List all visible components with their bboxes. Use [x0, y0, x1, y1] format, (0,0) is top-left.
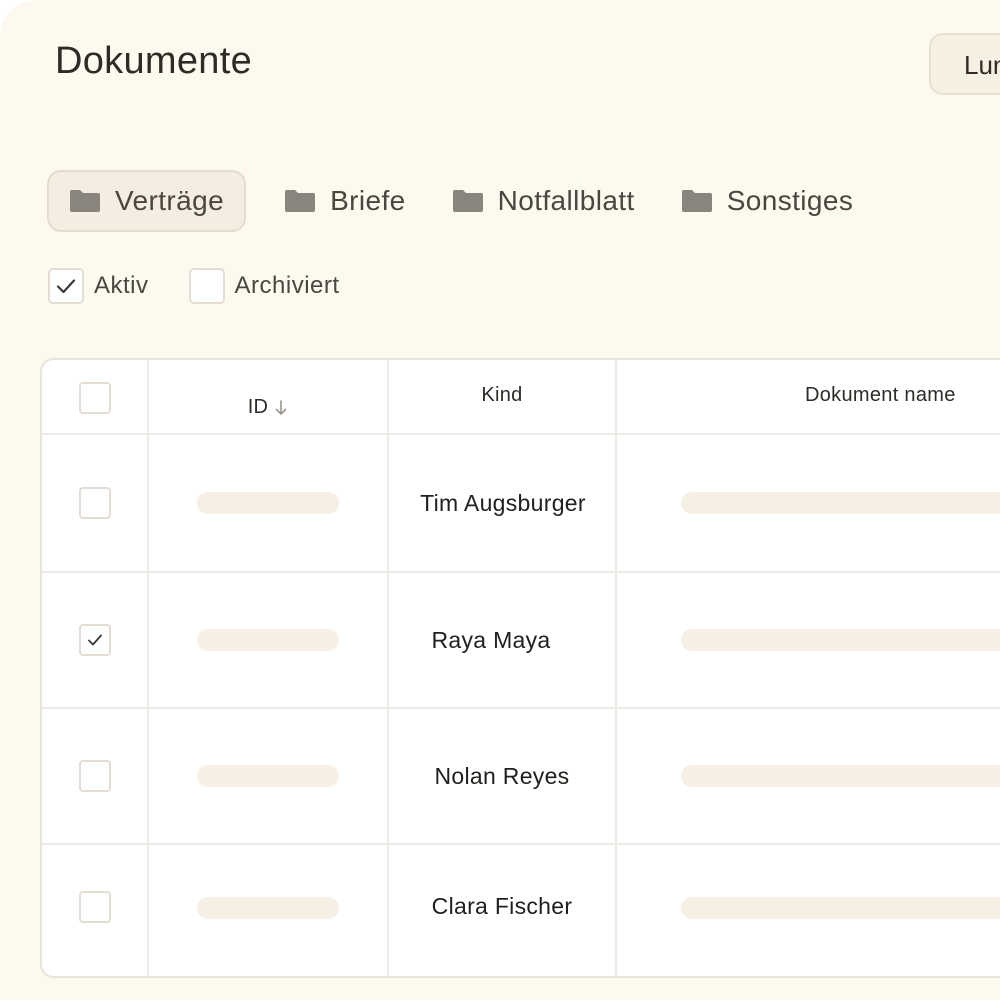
id-skeleton [197, 629, 339, 651]
archiviert-checkbox[interactable] [188, 268, 225, 304]
top-action-button[interactable]: Lun [929, 33, 1000, 95]
id-skeleton [197, 492, 339, 514]
status-filters: Aktiv Archiviert [48, 268, 380, 304]
row-select-cell [42, 435, 149, 571]
kind-name: Raya Maya [431, 626, 551, 653]
document-name-skeleton [681, 492, 1000, 514]
tab-briefe[interactable]: Briefe [262, 170, 428, 232]
row-checkbox[interactable] [78, 624, 111, 656]
filter-archiviert[interactable]: Archiviert [188, 268, 340, 304]
row-select-cell [42, 709, 149, 843]
table-row[interactable]: Raya Maya [42, 573, 1000, 709]
select-all-checkbox[interactable] [78, 382, 111, 414]
document-name-skeleton [681, 897, 1000, 919]
id-cell [149, 573, 389, 707]
kind-name: Clara Fischer [431, 893, 573, 919]
checkmark-icon [56, 279, 76, 294]
document-name-cell [617, 845, 1000, 976]
checkmark-icon [87, 634, 102, 646]
column-header-document-name: Dokument name [805, 384, 956, 406]
page-title: Dokumente [55, 40, 253, 82]
document-name-cell [617, 709, 1000, 843]
id-cell [149, 845, 389, 976]
header-select-cell [42, 360, 149, 433]
document-name-skeleton [681, 629, 1000, 651]
id-skeleton [197, 765, 339, 787]
tab-sonstiges[interactable]: Sonstiges [659, 170, 876, 232]
document-name-skeleton [681, 765, 1000, 787]
filter-aktiv[interactable]: Aktiv [48, 268, 149, 304]
tab-label: Notfallblatt [497, 185, 635, 216]
arrow-down-icon [275, 399, 287, 415]
header-id-cell[interactable]: ID [149, 360, 389, 433]
table-header: ID Kind Dokument name [42, 360, 1000, 435]
id-cell [149, 709, 389, 843]
kind-cell: Clara Fischer [389, 845, 617, 976]
kind-cell: Raya Maya [389, 573, 617, 707]
column-header-id: ID [247, 396, 269, 418]
document-name-cell [617, 435, 1000, 571]
kind-name: Nolan Reyes [434, 762, 570, 789]
kind-cell: Tim Augsburger [389, 435, 617, 571]
filter-label: Archiviert [234, 272, 340, 299]
tab-label: Sonstiges [726, 185, 854, 216]
tab-notfallblatt[interactable]: Notfallblatt [430, 170, 657, 232]
header-name-cell[interactable]: Dokument name [617, 360, 1000, 433]
row-checkbox[interactable] [78, 891, 111, 923]
table-row[interactable]: Clara Fischer [42, 845, 1000, 976]
filter-label: Aktiv [94, 272, 149, 299]
row-checkbox[interactable] [78, 487, 111, 519]
table-row[interactable]: Nolan Reyes [42, 709, 1000, 845]
row-checkbox[interactable] [78, 760, 111, 792]
document-name-cell [617, 573, 1000, 707]
kind-cell: Nolan Reyes [389, 709, 617, 843]
folder-icon [285, 190, 316, 212]
folder-icon [70, 190, 100, 212]
aktiv-checkbox[interactable] [48, 268, 84, 304]
tab-label: Briefe [330, 185, 406, 216]
documents-table: ID Kind Dokument name Tim Augsburger Ray… [40, 358, 1000, 978]
folder-tabs: Verträge Briefe Notfallblatt Sonstiges [47, 170, 877, 232]
tab-vertraege[interactable]: Verträge [47, 170, 247, 232]
header-kind-cell[interactable]: Kind [389, 360, 617, 433]
tab-label: Verträge [115, 185, 225, 216]
folder-icon [452, 190, 483, 212]
folder-icon [681, 190, 712, 212]
id-cell [149, 435, 389, 571]
column-header-kind: Kind [481, 384, 523, 406]
row-select-cell [42, 845, 149, 976]
row-select-cell [42, 573, 149, 707]
app-panel: Dokumente Lun Verträge Briefe Notfallbla… [0, 0, 1000, 1000]
table-row[interactable]: Tim Augsburger [42, 435, 1000, 573]
id-skeleton [197, 897, 339, 919]
kind-name: Tim Augsburger [420, 489, 586, 516]
